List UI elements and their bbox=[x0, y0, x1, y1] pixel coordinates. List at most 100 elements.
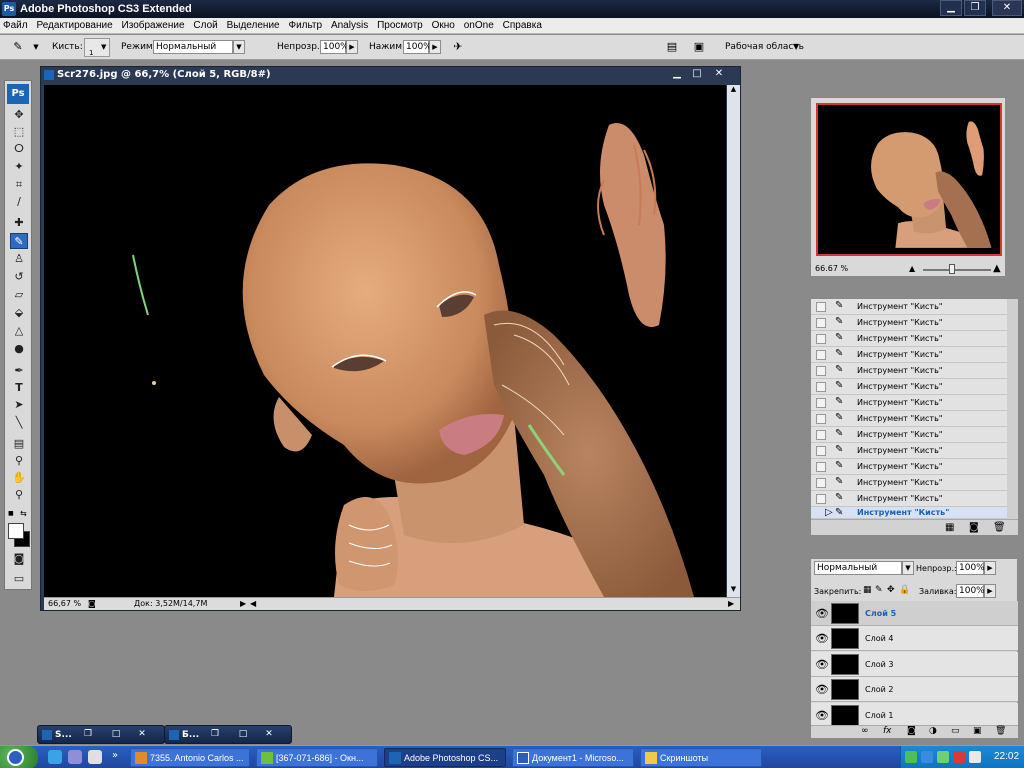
antivirus-icon[interactable] bbox=[953, 751, 965, 763]
workspace-dropdown-icon[interactable]: ▼ bbox=[793, 42, 799, 51]
opacity-input[interactable]: 100% bbox=[320, 40, 349, 54]
status-arrow-icon[interactable]: ▶ bbox=[240, 599, 246, 608]
history-item[interactable]: ✎ Инструмент "Кисть" bbox=[811, 315, 1007, 331]
layer-name[interactable]: Слой 3 bbox=[865, 660, 893, 669]
history-item[interactable]: ✎ Инструмент "Кисть" bbox=[811, 411, 1007, 427]
trash-icon[interactable]: 🗑 bbox=[993, 522, 1006, 533]
history-item[interactable]: ✎ Инструмент "Кисть" bbox=[811, 491, 1007, 507]
fill-input[interactable]: 100% bbox=[956, 584, 985, 598]
delete-layer-icon[interactable]: 🗑 bbox=[995, 726, 1006, 736]
type-tool-icon[interactable]: T bbox=[10, 380, 28, 396]
task-button[interactable]: Скриншоты bbox=[640, 748, 762, 767]
icq-tray-icon[interactable] bbox=[937, 751, 949, 763]
history-item[interactable]: ✎ Инструмент "Кисть" bbox=[811, 299, 1007, 315]
scroll-down-icon[interactable]: ▼ bbox=[728, 585, 739, 596]
doc-restore-button[interactable]: □ bbox=[689, 68, 705, 80]
lasso-tool-icon[interactable]: ⵔ bbox=[10, 141, 28, 157]
blend-mode-select[interactable]: Нормальный bbox=[814, 561, 902, 575]
menu-view[interactable]: Просмотр bbox=[374, 18, 426, 33]
scroll-up-icon[interactable]: ▲ bbox=[728, 85, 739, 96]
lock-position-icon[interactable]: ✥ bbox=[887, 585, 895, 595]
screen-mode-icon[interactable]: ▭ bbox=[10, 571, 28, 587]
new-document-from-state-icon[interactable]: ▦ bbox=[945, 522, 954, 533]
layer-row[interactable]: 👁 Слой 4 bbox=[811, 626, 1018, 651]
history-item-current[interactable]: ▷ ✎ Инструмент "Кисть" bbox=[811, 507, 1007, 519]
history-item[interactable]: ✎ Инструмент "Кисть" bbox=[811, 443, 1007, 459]
swap-colors-icon[interactable]: ⇆ bbox=[20, 509, 30, 519]
eye-icon[interactable]: 👁 bbox=[815, 709, 829, 722]
restore-button[interactable]: ❐ bbox=[964, 0, 986, 16]
slice-tool-icon[interactable]: ∕ bbox=[10, 194, 28, 210]
history-checkbox[interactable] bbox=[816, 494, 826, 504]
navigator-thumbnail[interactable] bbox=[816, 103, 1002, 256]
menu-onone[interactable]: onOne bbox=[461, 18, 497, 33]
history-checkbox[interactable] bbox=[816, 478, 826, 488]
brush-preset-icon[interactable]: ✎ bbox=[10, 39, 26, 55]
desktop-icon[interactable] bbox=[68, 750, 82, 764]
history-checkbox[interactable] bbox=[816, 430, 826, 440]
new-group-icon[interactable]: ▭ bbox=[951, 726, 960, 736]
menu-filter[interactable]: Фильтр bbox=[285, 18, 325, 33]
opacity-slider-icon[interactable]: ▶ bbox=[346, 40, 358, 54]
close-button[interactable]: ✕ bbox=[992, 0, 1022, 16]
history-checkbox[interactable] bbox=[816, 398, 826, 408]
history-item[interactable]: ✎ Инструмент "Кисть" bbox=[811, 459, 1007, 475]
history-checkbox[interactable] bbox=[816, 334, 826, 344]
history-checkbox[interactable] bbox=[816, 462, 826, 472]
history-checkbox[interactable] bbox=[816, 446, 826, 456]
menu-help[interactable]: Справка bbox=[500, 18, 545, 33]
history-brush-tool-icon[interactable]: ↺ bbox=[10, 269, 28, 285]
doc-close-button[interactable]: ✕ bbox=[711, 68, 727, 80]
eye-icon[interactable]: 👁 bbox=[815, 632, 829, 645]
layer-name[interactable]: Слой 4 bbox=[865, 634, 893, 643]
bluetooth-icon[interactable] bbox=[921, 751, 933, 763]
magic-wand-tool-icon[interactable]: ✦ bbox=[10, 159, 28, 175]
history-checkbox[interactable] bbox=[816, 350, 826, 360]
maximize-button[interactable]: □ bbox=[108, 728, 124, 741]
restore-button[interactable]: ❐ bbox=[207, 728, 223, 741]
bridge-icon[interactable]: ▣ bbox=[691, 39, 707, 55]
fill-slider-icon[interactable]: ▶ bbox=[984, 584, 996, 598]
foreground-color-swatch[interactable] bbox=[8, 523, 24, 539]
menu-image[interactable]: Изображение bbox=[119, 18, 188, 33]
blur-tool-icon[interactable]: △ bbox=[10, 323, 28, 339]
layer-name[interactable]: Слой 1 bbox=[865, 711, 893, 720]
scroll-right-icon[interactable]: ▶ bbox=[728, 599, 734, 608]
navigator-zoom-value[interactable]: 66.67 % bbox=[815, 264, 848, 273]
eye-icon[interactable]: 👁 bbox=[815, 607, 829, 620]
menu-file[interactable]: Файл bbox=[0, 18, 31, 33]
history-item[interactable]: ✎ Инструмент "Кисть" bbox=[811, 363, 1007, 379]
scroll-left-icon[interactable]: ◀ bbox=[250, 599, 256, 608]
line-tool-icon[interactable]: ╲ bbox=[10, 415, 28, 431]
menu-select[interactable]: Выделение bbox=[224, 18, 283, 33]
paint-bucket-tool-icon[interactable]: ⬙ bbox=[10, 305, 28, 321]
flow-slider-icon[interactable]: ▶ bbox=[429, 40, 441, 54]
path-selection-tool-icon[interactable]: ➤ bbox=[10, 397, 28, 413]
history-checkbox[interactable] bbox=[816, 318, 826, 328]
layer-opacity-input[interactable]: 100% bbox=[956, 561, 985, 575]
crop-tool-icon[interactable]: ⌗ bbox=[10, 177, 28, 193]
task-button[interactable]: 7355. Antonio Carlos ... bbox=[130, 748, 250, 767]
layer-mask-icon[interactable]: ◙ bbox=[907, 726, 916, 736]
layer-row[interactable]: 👁 Слой 2 bbox=[811, 677, 1018, 702]
zoom-slider-handle[interactable] bbox=[949, 264, 955, 274]
history-scrollbar[interactable] bbox=[1007, 299, 1018, 519]
minimize-button[interactable]: ▁ bbox=[940, 0, 962, 16]
quick-mask-icon[interactable]: ◙ bbox=[10, 551, 28, 567]
history-checkbox[interactable] bbox=[816, 366, 826, 376]
history-checkbox[interactable] bbox=[816, 382, 826, 392]
history-item[interactable]: ✎ Инструмент "Кисть" bbox=[811, 475, 1007, 491]
marquee-tool-icon[interactable]: ⬚ bbox=[10, 124, 28, 140]
eyedropper-tool-icon[interactable]: ⚲ bbox=[10, 453, 28, 469]
history-item[interactable]: ✎ Инструмент "Кисть" bbox=[811, 347, 1007, 363]
layer-opacity-slider-icon[interactable]: ▶ bbox=[984, 561, 996, 575]
layer-row-selected[interactable]: 👁 Слой 5 bbox=[811, 601, 1018, 626]
history-item[interactable]: ✎ Инструмент "Кисть" bbox=[811, 379, 1007, 395]
status-menu-icon[interactable]: ◙ bbox=[88, 599, 96, 608]
link-layers-icon[interactable]: ∞ bbox=[861, 726, 869, 736]
layer-name[interactable]: Слой 5 bbox=[865, 609, 896, 618]
volume-icon[interactable] bbox=[969, 751, 981, 763]
task-button-active[interactable]: Adobe Photoshop CS... bbox=[384, 748, 506, 767]
brush-tool-icon[interactable]: ✎ bbox=[10, 233, 28, 249]
zoom-slider[interactable] bbox=[923, 269, 991, 271]
